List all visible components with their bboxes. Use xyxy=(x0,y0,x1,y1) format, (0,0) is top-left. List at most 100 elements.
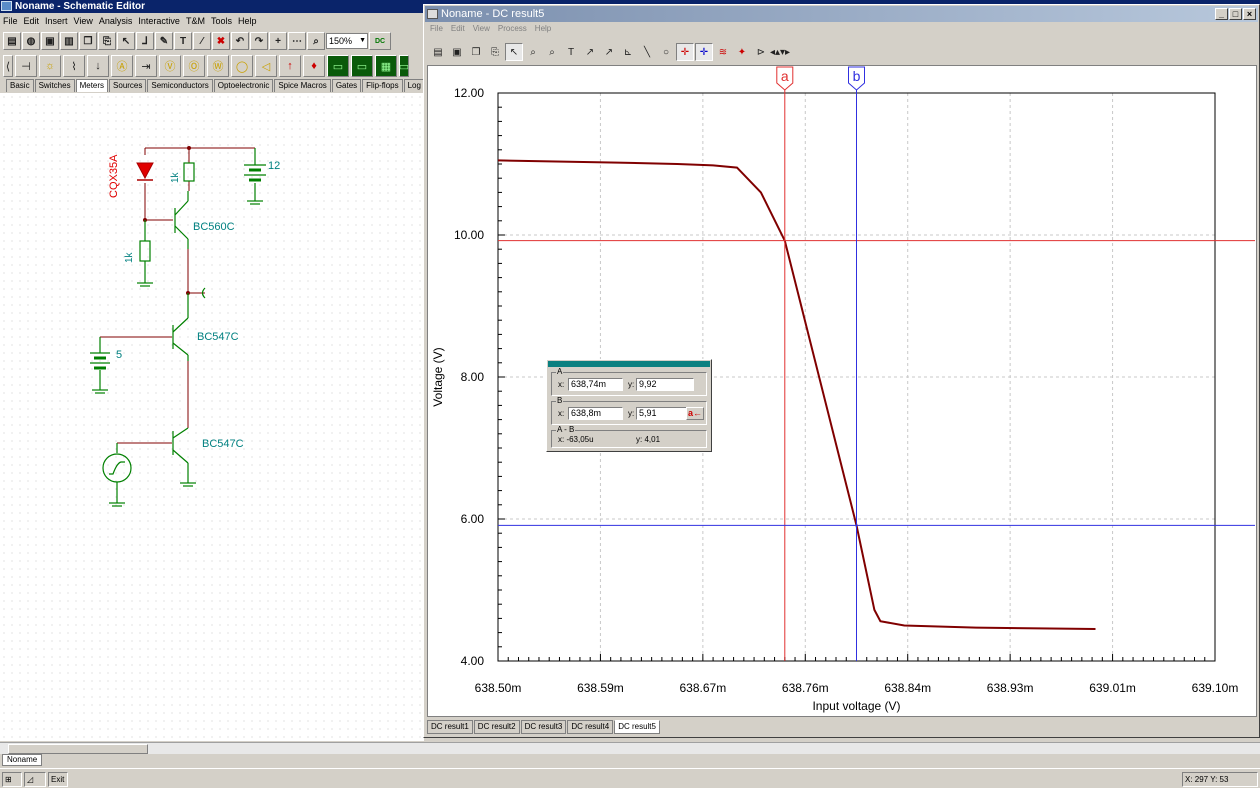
cursor-a-y-field[interactable]: 9,92 xyxy=(636,378,694,391)
text-tool-icon[interactable]: T xyxy=(174,32,192,50)
tab-dc-result3[interactable]: DC result3 xyxy=(520,720,567,734)
open-web-icon[interactable]: ◍ xyxy=(22,32,40,50)
set-cursor-a-button[interactable]: a← xyxy=(686,407,704,420)
exit-button[interactable]: Exit xyxy=(48,772,68,787)
tab-dc-result4[interactable]: DC result4 xyxy=(567,720,614,734)
tab-gates[interactable]: Gates xyxy=(331,79,362,92)
tab-semiconductors[interactable]: Semiconductors xyxy=(147,79,213,92)
rotate-left-icon[interactable]: ↶ xyxy=(231,32,249,50)
select-arrow-icon[interactable]: ↖ xyxy=(505,43,523,61)
signal-analyzer-icon[interactable]: ▭ xyxy=(351,55,373,77)
cursor-a-icon[interactable]: ✛ xyxy=(676,43,694,61)
dc-window-title-bar[interactable]: Noname - DC result5 _ □ × xyxy=(425,6,1258,22)
arrow-label-icon[interactable]: ↗ xyxy=(581,43,599,61)
zoom-in-icon[interactable]: ⌕ xyxy=(524,43,542,61)
wire-icon[interactable]: ⅃ xyxy=(136,32,154,50)
lamp-icon[interactable]: ☼ xyxy=(39,55,61,77)
cursor-a-x-field[interactable]: 638,74m xyxy=(568,378,623,391)
tab-optoelectronic[interactable]: Optoelectronic xyxy=(213,79,274,92)
voltage-pin-icon[interactable]: ♦ xyxy=(303,55,325,77)
tab-dc-result1[interactable]: DC result1 xyxy=(427,720,473,734)
junction-icon[interactable]: + xyxy=(269,32,287,50)
speaker-icon[interactable]: ◁ xyxy=(255,55,277,77)
curves-icon[interactable]: ≋ xyxy=(714,43,732,61)
menu-edit[interactable]: Edit xyxy=(24,14,40,28)
scrollbar-thumb[interactable] xyxy=(8,744,148,754)
dc-menu-edit[interactable]: Edit xyxy=(451,24,465,33)
zoom-select[interactable]: 150% xyxy=(326,33,368,49)
maximize-button[interactable]: □ xyxy=(1229,8,1242,20)
readout-header-bar[interactable] xyxy=(548,361,710,367)
graph-icon[interactable]: ◿ xyxy=(24,772,46,787)
flag-icon[interactable]: ⊳ xyxy=(752,43,770,61)
menu-tools[interactable]: Tools xyxy=(211,14,232,28)
grid-icon[interactable]: ⋯ xyxy=(288,32,306,50)
paste-icon[interactable]: ⎘ xyxy=(486,43,504,61)
copy-icon[interactable]: ❐ xyxy=(79,32,97,50)
copy-icon[interactable]: ❐ xyxy=(467,43,485,61)
cursor-readout-panel[interactable]: A x: 638,74m y: 9,92 B x: 638,8m y: 5,91… xyxy=(546,359,712,452)
pencil-icon[interactable]: ✎ xyxy=(155,32,173,50)
dc-analysis-icon[interactable]: DC xyxy=(369,32,391,50)
tab-spice-macros[interactable]: Spice Macros xyxy=(274,79,331,92)
zoom-icon[interactable]: ⌕ xyxy=(307,32,325,50)
display-icon[interactable]: ▦ xyxy=(375,55,397,77)
marker-icon[interactable]: ✦ xyxy=(733,43,751,61)
open-icon[interactable]: ▤ xyxy=(429,43,447,61)
tab-dc-result5[interactable]: DC result5 xyxy=(614,720,660,734)
tab-logic[interactable]: Log xyxy=(403,79,425,92)
ohmmeter-icon[interactable]: Ⓞ xyxy=(183,55,205,77)
dc-menu-file[interactable]: File xyxy=(430,24,443,33)
tab-meters[interactable]: Meters xyxy=(75,79,109,92)
zoom-out-icon[interactable]: ⌕ xyxy=(543,43,561,61)
paste-icon[interactable]: ⎘ xyxy=(98,32,116,50)
label-icon[interactable]: ⁄ xyxy=(193,32,211,50)
menu-tm[interactable]: T&M xyxy=(186,14,205,28)
tab-switches[interactable]: Switches xyxy=(34,79,75,92)
tab-sources[interactable]: Sources xyxy=(109,79,147,92)
horizontal-scrollbar[interactable] xyxy=(0,742,1260,754)
meter-display-icon[interactable]: ▭ xyxy=(399,55,409,77)
line-icon[interactable]: ╲ xyxy=(638,43,656,61)
delete-icon[interactable]: ✖ xyxy=(212,32,230,50)
switch-icon[interactable]: ⌇ xyxy=(63,55,85,77)
menu-file[interactable]: File xyxy=(3,14,18,28)
circuit-icon[interactable]: ⊞ xyxy=(2,772,22,787)
navigate-icon[interactable]: ◂▴▾▸ xyxy=(770,43,790,61)
probe-icon[interactable]: ⇥ xyxy=(135,55,157,77)
cursor-b-icon[interactable]: ✛ xyxy=(695,43,713,61)
oscilloscope-icon[interactable]: ▭ xyxy=(327,55,349,77)
dc-menu-view[interactable]: View xyxy=(473,24,490,33)
tab-basic[interactable]: Basic xyxy=(6,79,34,92)
save-icon[interactable]: ▣ xyxy=(41,32,59,50)
circle-icon[interactable]: ○ xyxy=(657,43,675,61)
tab-flip-flops[interactable]: Flip-flops xyxy=(362,79,403,92)
menu-view[interactable]: View xyxy=(74,14,93,28)
cursor-b-x-field[interactable]: 638,8m xyxy=(568,407,623,420)
test-point-icon[interactable]: ↑ xyxy=(279,55,301,77)
close-button[interactable]: × xyxy=(1243,8,1256,20)
document-tab[interactable]: Noname xyxy=(2,754,43,766)
minimize-button[interactable]: _ xyxy=(1215,8,1228,20)
text-icon[interactable]: T xyxy=(562,43,580,61)
wattmeter-icon[interactable]: Ⓦ xyxy=(207,55,229,77)
schematic-canvas[interactable]: CQX35A 1k 1k 12 5 BC560C BC547C BC547C xyxy=(0,93,424,741)
select-arrow-icon[interactable]: ↖ xyxy=(117,32,135,50)
bulb-icon[interactable]: ◯ xyxy=(231,55,253,77)
open-file-icon[interactable]: ▥ xyxy=(60,32,78,50)
save-icon[interactable]: ▣ xyxy=(448,43,466,61)
curve-label-icon[interactable]: ↗ xyxy=(600,43,618,61)
scroll-left-icon[interactable]: ⟨ xyxy=(3,55,13,77)
voltmeter-icon[interactable]: Ⓥ xyxy=(159,55,181,77)
rotate-right-icon[interactable]: ↷ xyxy=(250,32,268,50)
ammeter-ground-icon[interactable]: ⊣ xyxy=(15,55,37,77)
menu-interactive[interactable]: Interactive xyxy=(138,14,180,28)
dc-menu-process[interactable]: Process xyxy=(498,24,527,33)
arrow-down-icon[interactable]: ↓ xyxy=(87,55,109,77)
dc-menu-help[interactable]: Help xyxy=(535,24,551,33)
open-folder-icon[interactable]: ▤ xyxy=(3,32,21,50)
ammeter-icon[interactable]: Ⓐ xyxy=(111,55,133,77)
axis-label-icon[interactable]: ⊾ xyxy=(619,43,637,61)
menu-insert[interactable]: Insert xyxy=(45,14,68,28)
menu-help[interactable]: Help xyxy=(238,14,257,28)
